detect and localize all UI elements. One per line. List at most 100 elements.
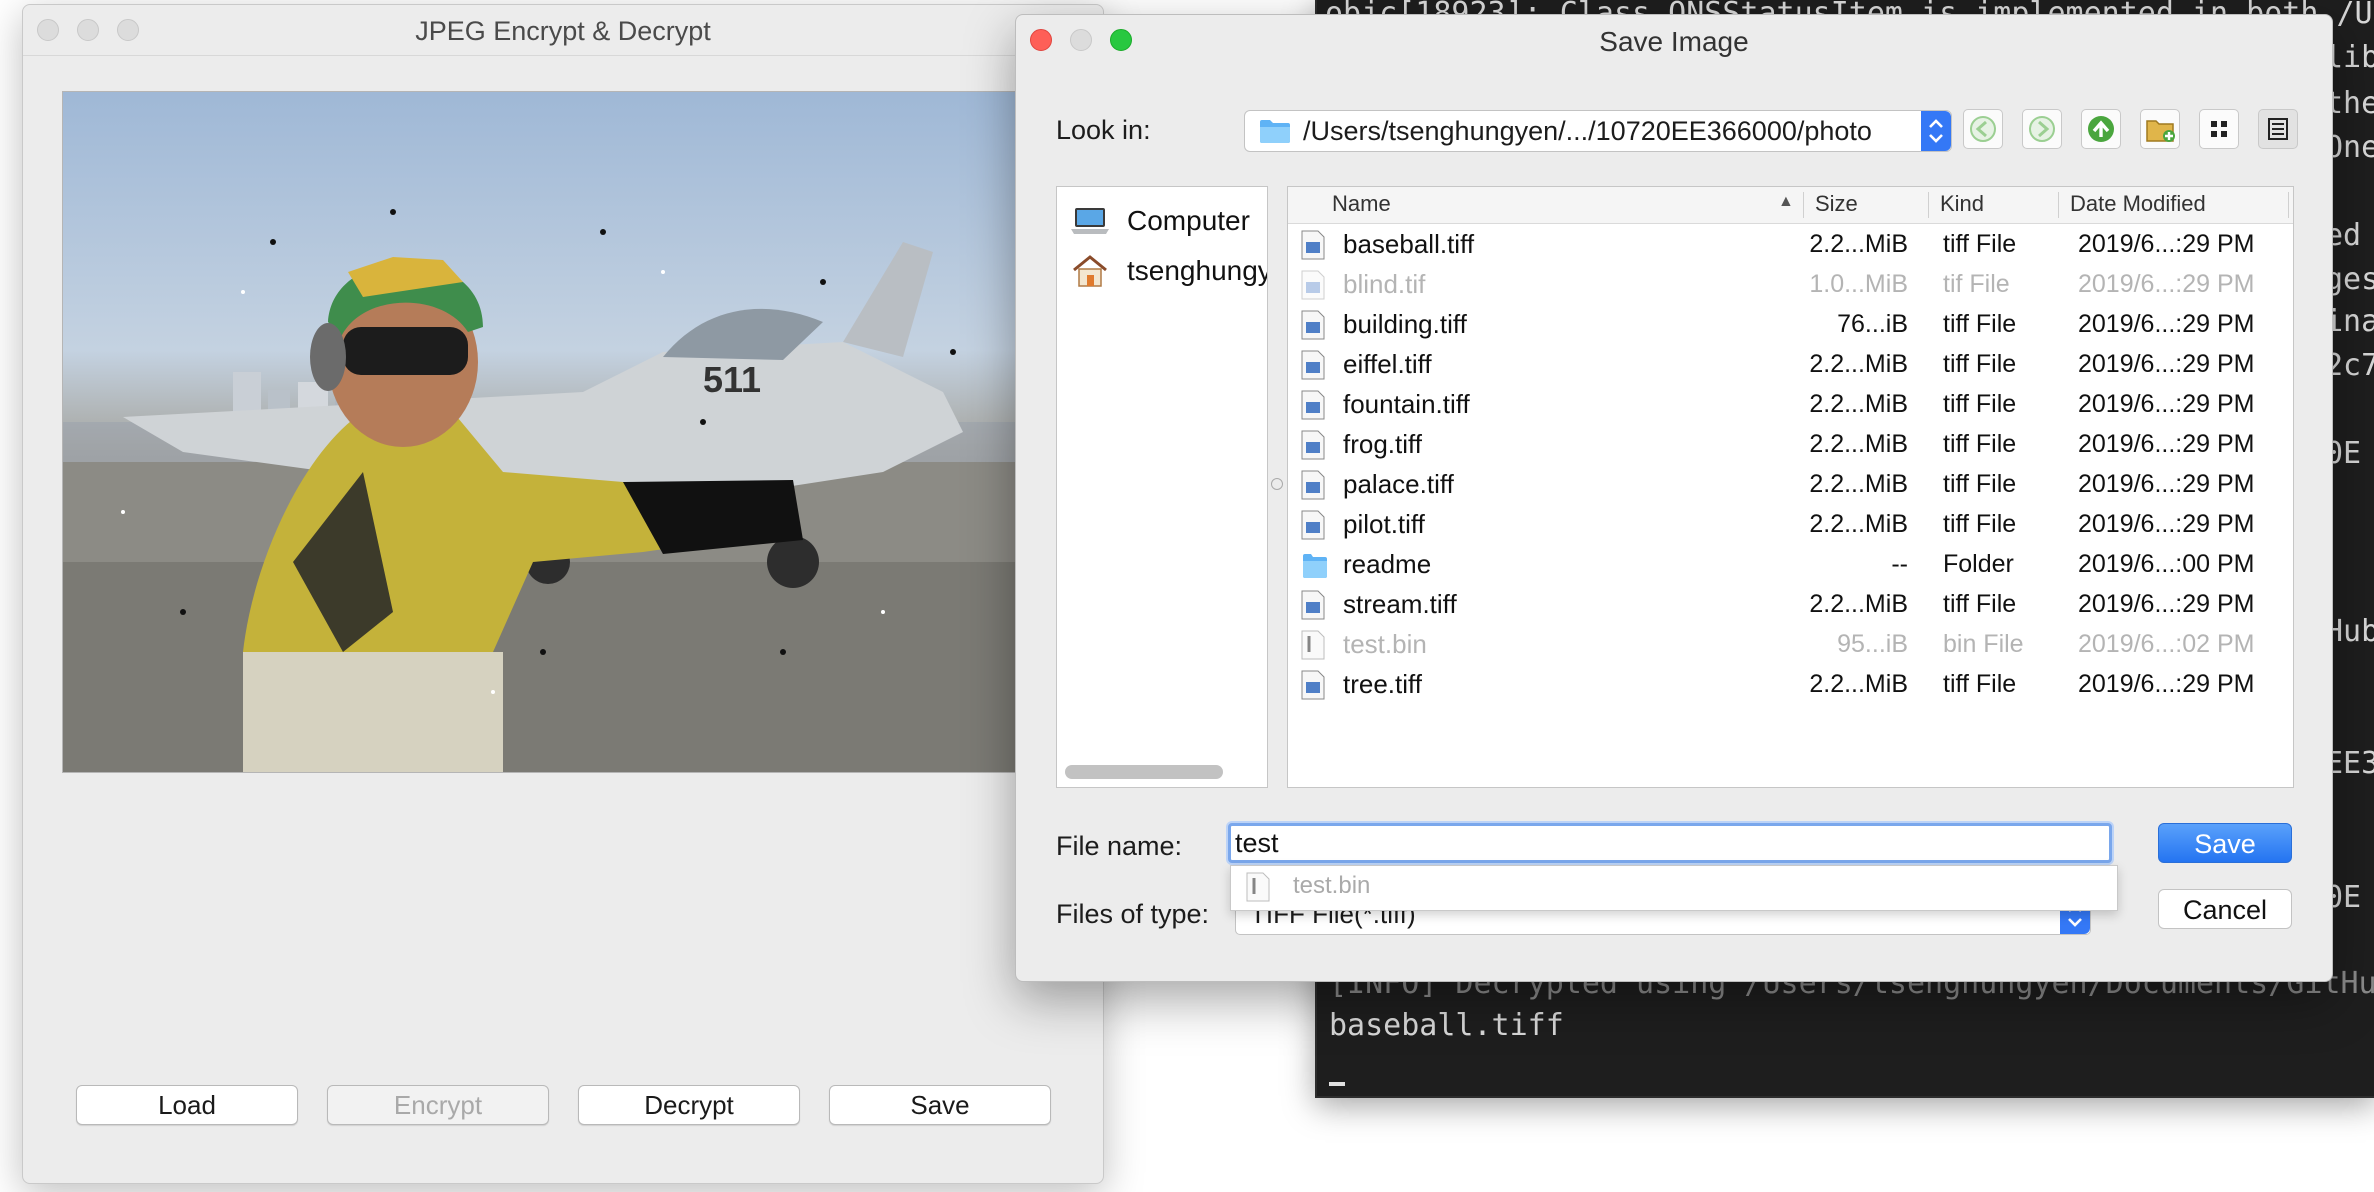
updown-chevron-icon[interactable]: [1921, 111, 1951, 151]
file-date: 2019/6...:29 PM: [2078, 470, 2255, 498]
sidebar: Computer tsenghungyen: [1056, 186, 1268, 788]
file-size: 95...iB: [1837, 630, 1908, 658]
image-file-icon: [1301, 350, 1325, 380]
new-folder-button[interactable]: [2140, 109, 2180, 149]
file-name: stream.tiff: [1343, 589, 1457, 619]
file-row[interactable]: baseball.tiff 2.2...MiB tiff File 2019/6…: [1288, 225, 2293, 265]
file-name: building.tiff: [1343, 309, 1467, 339]
dialog-save-button[interactable]: Save: [2158, 823, 2292, 863]
file-date: 2019/6...:29 PM: [2078, 430, 2255, 458]
look-in-path: /Users/tsenghungyen/.../10720EE366000/ph…: [1303, 116, 1872, 146]
forward-button[interactable]: [2022, 109, 2062, 149]
window-title: JPEG Encrypt & Decrypt: [415, 16, 711, 46]
image-preview: 511: [62, 91, 1064, 773]
file-list-header: Name ▲ Size Kind Date Modified: [1288, 187, 2293, 224]
grid-view-icon: [2211, 121, 2227, 137]
file-kind: tiff File: [1943, 510, 2017, 538]
file-name: palace.tiff: [1343, 469, 1454, 499]
file-row[interactable]: fountain.tiff 2.2...MiB tiff File 2019/6…: [1288, 385, 2293, 425]
sidebar-item-label: tsenghungyen: [1127, 255, 1267, 286]
file-date: 2019/6...:02 PM: [2078, 630, 2255, 658]
file-kind: tiff File: [1943, 670, 2017, 698]
look-in-combo[interactable]: /Users/tsenghungyen/.../10720EE366000/ph…: [1244, 110, 1952, 152]
encrypt-button[interactable]: Encrypt: [327, 1085, 549, 1125]
sidebar-item-computer[interactable]: Computer: [1069, 201, 1267, 241]
column-header-size[interactable]: Size: [1815, 191, 1858, 217]
sidebar-scrollbar[interactable]: [1065, 765, 1223, 779]
column-header-kind[interactable]: Kind: [1940, 191, 1984, 217]
file-date: 2019/6...:29 PM: [2078, 270, 2255, 298]
file-size: 2.2...MiB: [1809, 430, 1908, 458]
back-arrow-icon: [1970, 116, 1996, 142]
file-date: 2019/6...:29 PM: [2078, 310, 2255, 338]
file-kind: tiff File: [1943, 390, 2017, 418]
file-kind: tiff File: [1943, 230, 2017, 258]
file-size: 76...iB: [1837, 310, 1908, 338]
file-row[interactable]: frog.tiff 2.2...MiB tiff File 2019/6...:…: [1288, 425, 2293, 465]
column-divider[interactable]: [1803, 192, 1804, 218]
file-size: 2.2...MiB: [1809, 230, 1908, 258]
file-date: 2019/6...:29 PM: [2078, 590, 2255, 618]
look-in-label: Look in:: [1056, 115, 1151, 145]
list-view-icon: [2268, 118, 2288, 140]
image-file-icon: [1301, 230, 1325, 260]
forward-arrow-icon: [2029, 116, 2055, 142]
file-row[interactable]: stream.tiff 2.2...MiB tiff File 2019/6..…: [1288, 585, 2293, 625]
file-date: 2019/6...:29 PM: [2078, 230, 2255, 258]
dialog-titlebar: Save Image: [1016, 15, 2332, 67]
column-divider[interactable]: [2288, 192, 2289, 218]
column-header-date[interactable]: Date Modified: [2070, 191, 2206, 217]
app-window: JPEG Encrypt & Decrypt 511 Load Encrypt …: [22, 4, 1104, 1184]
file-name-input[interactable]: test: [1228, 823, 2112, 863]
save-dialog: Save Image Look in: /Users/tsenghungyen/…: [1015, 14, 2333, 982]
terminal-cursor: [1329, 1082, 1345, 1086]
image-file-icon: [1301, 390, 1325, 420]
file-date: 2019/6...:29 PM: [2078, 390, 2255, 418]
file-name: test.bin: [1343, 629, 1427, 659]
file-list: Name ▲ Size Kind Date Modified baseball.…: [1287, 186, 2294, 788]
file-kind: tiff File: [1943, 590, 2017, 618]
splitter-handle[interactable]: [1271, 478, 1283, 490]
decrypt-button[interactable]: Decrypt: [578, 1085, 800, 1125]
file-size: 2.2...MiB: [1809, 590, 1908, 618]
file-row[interactable]: palace.tiff 2.2...MiB tiff File 2019/6..…: [1288, 465, 2293, 505]
file-kind: tiff File: [1943, 310, 2017, 338]
file-kind: tiff File: [1943, 430, 2017, 458]
dialog-cancel-button[interactable]: Cancel: [2158, 889, 2292, 929]
file-size: 2.2...MiB: [1809, 510, 1908, 538]
parent-directory-button[interactable]: [2081, 109, 2121, 149]
autocomplete-suggestion[interactable]: test.bin: [1293, 872, 1370, 900]
column-header-name[interactable]: Name: [1332, 191, 1391, 217]
file-row[interactable]: blind.tif 1.0...MiB tif File 2019/6...:2…: [1288, 265, 2293, 305]
sidebar-item-label: Computer: [1127, 205, 1250, 236]
file-row[interactable]: tree.tiff 2.2...MiB tiff File 2019/6...:…: [1288, 665, 2293, 705]
file-date: 2019/6...:29 PM: [2078, 350, 2255, 378]
file-name: frog.tiff: [1343, 429, 1423, 459]
file-row[interactable]: eiffel.tiff 2.2...MiB tiff File 2019/6..…: [1288, 345, 2293, 385]
autocomplete-popup: test.bin: [1230, 865, 2118, 911]
file-name: tree.tiff: [1343, 669, 1423, 699]
back-button[interactable]: [1963, 109, 2003, 149]
column-divider[interactable]: [1928, 192, 1929, 218]
icon-view-button[interactable]: [2199, 109, 2239, 149]
detail-view-button[interactable]: [2258, 109, 2298, 149]
file-date: 2019/6...:29 PM: [2078, 510, 2255, 538]
image-file-icon: [1301, 270, 1325, 300]
file-size: --: [1891, 550, 1908, 578]
sort-ascending-icon: ▲: [1778, 193, 1794, 210]
home-icon: [1073, 255, 1107, 287]
file-kind: tiff File: [1943, 470, 2017, 498]
file-size: 1.0...MiB: [1809, 270, 1908, 298]
file-kind: Folder: [1943, 550, 2014, 578]
file-kind: tif File: [1943, 270, 2010, 298]
file-row[interactable]: readme -- Folder 2019/6...:00 PM: [1288, 545, 2293, 585]
file-row[interactable]: building.tiff 76...iB tiff File 2019/6..…: [1288, 305, 2293, 345]
file-row[interactable]: pilot.tiff 2.2...MiB tiff File 2019/6...…: [1288, 505, 2293, 545]
sidebar-item-home[interactable]: tsenghungyen: [1069, 251, 1267, 291]
file-name-label: File name:: [1056, 831, 1183, 861]
column-divider[interactable]: [2058, 192, 2059, 218]
load-button[interactable]: Load: [76, 1085, 298, 1125]
image-file-icon: [1301, 310, 1325, 340]
file-row[interactable]: test.bin 95...iB bin File 2019/6...:02 P…: [1288, 625, 2293, 665]
save-button[interactable]: Save: [829, 1085, 1051, 1125]
